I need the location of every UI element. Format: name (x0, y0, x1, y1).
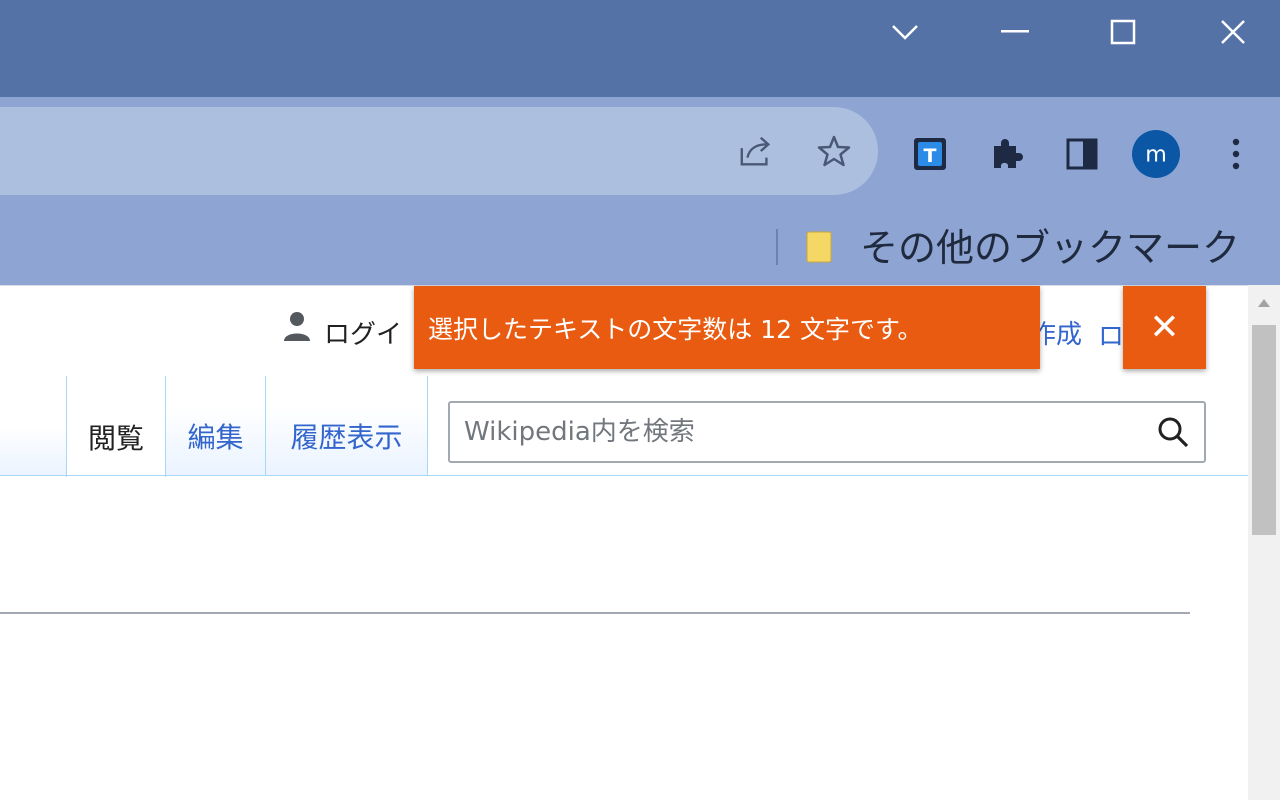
web-page: ログイ 作成 ロ 選択したテキストの文字数は 12 文字です。 ✕ 閲覧 編集 … (0, 285, 1248, 801)
browser-menu-button[interactable] (1212, 130, 1260, 178)
text-extension-button[interactable]: T (906, 130, 954, 178)
window-titlebar (0, 0, 1280, 97)
avatar: m (1132, 130, 1180, 178)
minimize-icon (1001, 30, 1029, 33)
login-link[interactable]: ログイ (324, 314, 402, 351)
bookmarks-bar: その他のブックマーク (0, 207, 1280, 285)
close-icon: ✕ (1149, 307, 1180, 348)
character-count-toast: 選択したテキストの文字数は 12 文字です。 (414, 286, 1040, 369)
wiki-search-box (448, 401, 1206, 463)
share-icon (740, 136, 771, 166)
tab-history[interactable]: 履歴表示 (266, 376, 428, 476)
tab-search-button[interactable] (850, 0, 960, 64)
other-bookmarks-label[interactable]: その他のブックマーク (860, 217, 1240, 272)
scroll-up-button[interactable] (1248, 293, 1280, 313)
heading-divider (0, 612, 1190, 614)
star-icon (817, 135, 851, 167)
tab-history-label: 履歴表示 (290, 421, 403, 454)
user-icon (284, 312, 310, 341)
side-panel-button[interactable] (1058, 130, 1106, 178)
tab-read-label: 閲覧 (87, 422, 144, 455)
tab-fade (0, 426, 66, 476)
close-icon (1221, 20, 1245, 44)
maximize-icon (1110, 19, 1136, 45)
maximize-button[interactable] (1068, 0, 1178, 64)
folder-icon (806, 231, 832, 263)
triangle-up-icon (1258, 299, 1270, 307)
extensions-button[interactable] (982, 130, 1030, 178)
search-input[interactable] (464, 413, 1124, 451)
tabs-underline (0, 475, 1248, 476)
page-scrollbar[interactable] (1248, 285, 1280, 800)
more-vert-icon (1232, 138, 1240, 170)
scroll-thumb[interactable] (1252, 325, 1276, 535)
partial-link[interactable]: ロ (1098, 316, 1124, 353)
side-panel-icon (1066, 138, 1098, 170)
address-bar[interactable] (0, 107, 878, 195)
toast-message: 選択したテキストの文字数は 12 文字です。 (428, 315, 923, 344)
profile-initial: m (1145, 141, 1167, 167)
extension-badge-text: T (924, 145, 937, 167)
search-button[interactable] (1152, 411, 1194, 453)
chevron-down-icon (892, 25, 918, 40)
extension-t-icon: T (914, 138, 946, 170)
toast-close-button[interactable]: ✕ (1123, 286, 1206, 369)
tab-read[interactable]: 閲覧 (66, 376, 166, 477)
share-button[interactable] (738, 133, 774, 169)
search-icon (1158, 417, 1189, 448)
profile-button[interactable]: m (1132, 130, 1180, 178)
close-window-button[interactable] (1178, 0, 1280, 64)
tab-edit[interactable]: 編集 (166, 376, 266, 476)
minimize-button[interactable] (960, 0, 1070, 64)
puzzle-icon (994, 139, 1023, 168)
tab-edit-label: 編集 (187, 421, 244, 454)
bookmark-star-button[interactable] (816, 133, 852, 169)
bookmarks-separator (776, 229, 778, 265)
